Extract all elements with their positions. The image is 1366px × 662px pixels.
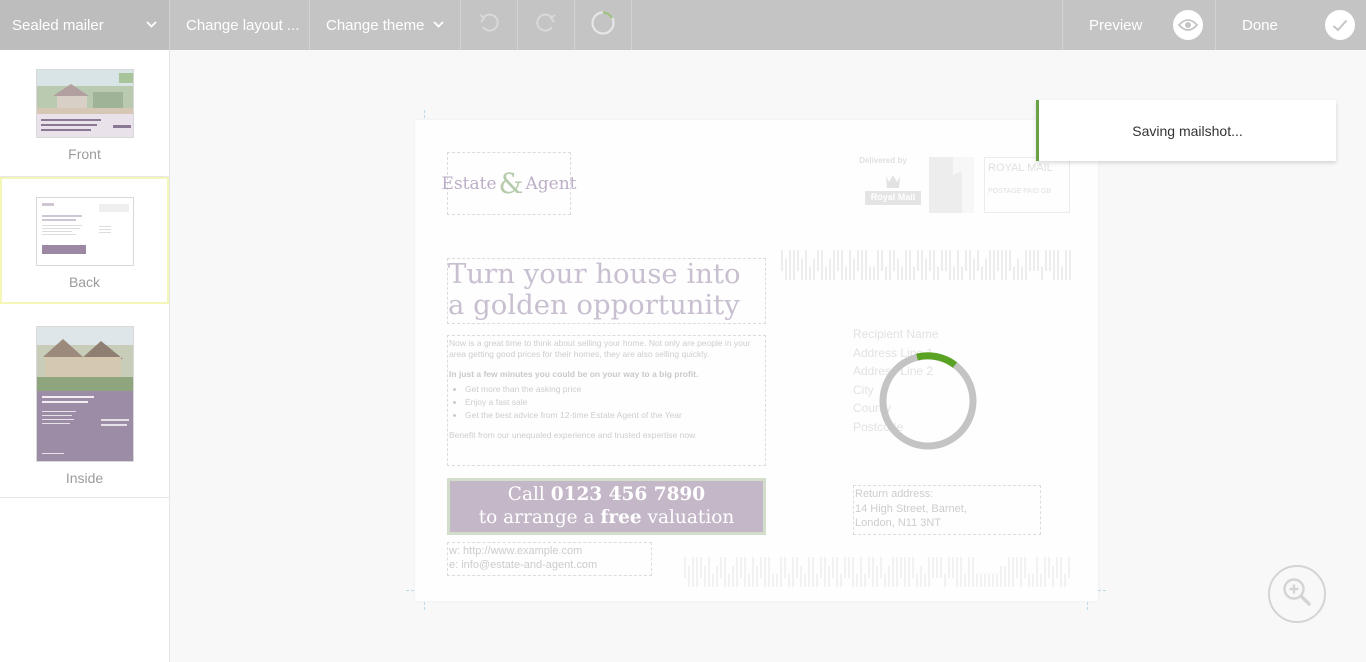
- lead-paragraph: In just a few minutes you could be on yo…: [449, 369, 699, 379]
- chevron-down-icon: [433, 19, 444, 31]
- postage-graphic: [929, 157, 974, 213]
- preview-label: Preview: [1089, 16, 1143, 34]
- redo-button[interactable]: [518, 0, 575, 50]
- preview-button[interactable]: Preview: [1062, 0, 1216, 50]
- save-status-indicator: [575, 0, 632, 50]
- cta-phone-number: 0123 456 7890: [550, 484, 706, 505]
- cta-free-text: free: [600, 507, 642, 528]
- recipient-line: Recipient Name: [853, 327, 939, 341]
- page-thumb-front[interactable]: Front: [0, 50, 169, 177]
- body-text-box[interactable]: Now is a great time to think about selli…: [447, 335, 766, 466]
- undo-icon: [478, 13, 500, 37]
- royal-mail-logo-text: Royal Mail: [870, 192, 916, 202]
- change-theme-dropdown[interactable]: Change theme: [310, 0, 461, 50]
- postage-paid-title: ROYAL MAIL: [988, 162, 1053, 174]
- contact-email: e: info@estate-and-agent.com: [449, 559, 598, 571]
- toast-message: Saving mailshot...: [1132, 122, 1243, 139]
- zoom-in-button[interactable]: [1268, 565, 1326, 623]
- return-address-line: 14 High Street, Barnet,: [855, 502, 967, 515]
- delivered-by-text: Delivered by: [859, 156, 907, 165]
- list-item: Get more than the asking price: [465, 383, 765, 396]
- product-type-label: Sealed mailer: [12, 16, 104, 34]
- page-thumb-label: Back: [68, 274, 101, 290]
- page-thumb-inside[interactable]: Inside: [0, 304, 169, 498]
- change-layout-label: Change layout ...: [186, 16, 300, 34]
- call-to-action-box[interactable]: Call 0123 456 7890 to arrange a free val…: [447, 478, 766, 535]
- back-thumbnail-image: [35, 197, 134, 266]
- change-theme-label: Change theme: [326, 16, 425, 34]
- undo-button[interactable]: [461, 0, 518, 50]
- saving-toast: Saving mailshot...: [1036, 100, 1336, 161]
- postal-barcode-top: [781, 250, 1071, 280]
- loading-ring-icon: [590, 10, 616, 40]
- loading-spinner-icon: [877, 350, 979, 452]
- postage-area: Delivered by Royal Mail ROYAL MAIL POSTA…: [853, 153, 1075, 216]
- eye-icon: [1173, 10, 1203, 40]
- page-thumb-label: Front: [68, 146, 101, 162]
- cta-line-2: to arrange a free valuation: [450, 506, 763, 529]
- redo-icon: [535, 13, 557, 37]
- cta-call-text: Call: [507, 484, 551, 505]
- logo-text-agent: Agent: [525, 173, 577, 194]
- inside-thumbnail-image: [35, 326, 134, 462]
- editor-toolbar: Sealed mailer Change layout ... Change t…: [0, 0, 1366, 50]
- postage-paid-subtitle: POSTAGE PAID GB: [988, 188, 1052, 195]
- intro-paragraph: Now is a great time to think about selli…: [449, 338, 751, 359]
- cta-line-1: Call 0123 456 7890: [450, 483, 763, 506]
- check-icon: [1325, 10, 1355, 40]
- brand-logo[interactable]: Estate & Agent: [442, 152, 576, 215]
- page-thumb-back[interactable]: Back: [0, 177, 169, 304]
- return-address-title: Return address:: [855, 488, 934, 500]
- headline-text-box[interactable]: Turn your house into a golden opportunit…: [447, 258, 766, 324]
- done-button[interactable]: Done: [1216, 0, 1366, 50]
- page-thumb-label: Inside: [65, 470, 104, 486]
- postage-paid-box: ROYAL MAIL POSTAGE PAID GB: [984, 157, 1070, 213]
- cta-arrange-text: to arrange a: [478, 507, 601, 528]
- product-type-dropdown[interactable]: Sealed mailer: [0, 0, 170, 50]
- cta-valuation-text: valuation: [641, 507, 735, 528]
- zoom-in-icon: [1281, 576, 1313, 613]
- postal-barcode-bottom: [684, 557, 1070, 587]
- logo-ampersand: &: [498, 167, 524, 200]
- chevron-down-icon: [146, 19, 157, 31]
- contact-text-box[interactable]: w: http://www.example.com e: info@estate…: [447, 542, 652, 576]
- logo-text-estate: Estate: [441, 173, 497, 194]
- done-label: Done: [1242, 16, 1278, 34]
- page-sidebar: Front Back Inside: [0, 50, 170, 662]
- royal-mail-logo: Royal Mail: [865, 172, 921, 208]
- closing-paragraph: Benefit from our unequaled experience an…: [449, 430, 698, 440]
- front-thumbnail-image: [35, 69, 134, 138]
- return-address-line: London, N11 3NT: [855, 517, 942, 529]
- list-item: Get the best advice from 12-time Estate …: [465, 409, 765, 422]
- change-layout-button[interactable]: Change layout ...: [170, 0, 310, 50]
- mailer-back-page[interactable]: Estate & Agent Turn your house into a go…: [415, 120, 1098, 601]
- contact-website: w: http://www.example.com: [449, 545, 583, 557]
- list-item: Enjoy a fast sale: [465, 396, 765, 409]
- return-address-box[interactable]: Return address: 14 High Street, Barnet, …: [853, 485, 1041, 535]
- benefits-list: Get more than the asking price Enjoy a f…: [465, 383, 765, 422]
